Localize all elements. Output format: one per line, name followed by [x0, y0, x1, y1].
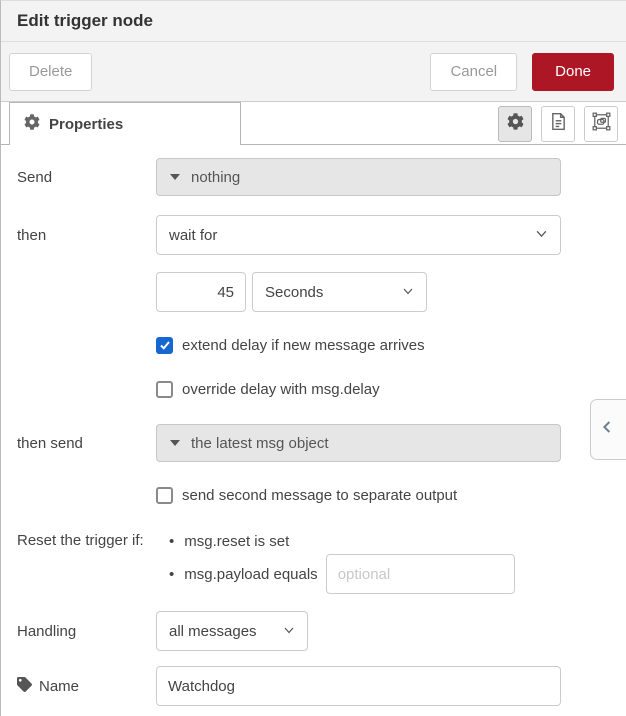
extend-delay-label: extend delay if new message arrives [182, 337, 425, 354]
cancel-button[interactable]: Cancel [430, 53, 517, 91]
send-typed-input-value: nothing [191, 169, 240, 186]
dialog-button-bar: Delete Cancel Done [1, 42, 626, 102]
duration-input[interactable] [156, 272, 246, 312]
second-output-checkbox[interactable] [156, 487, 173, 504]
send-label: Send [17, 169, 156, 186]
tab-icon-buttons [498, 106, 618, 142]
handling-label: Handling [17, 623, 156, 640]
chevron-down-icon [283, 623, 295, 640]
handling-row: Handling all messages [17, 611, 610, 651]
name-label-text: Name [39, 678, 79, 695]
duration-units-value: Seconds [265, 284, 323, 301]
reset-bullet-msg-reset: msg.reset is set [156, 530, 515, 552]
send-typed-input[interactable]: nothing [156, 158, 561, 196]
then-send-typed-input-value: the latest msg object [191, 435, 329, 452]
description-tab-button[interactable] [541, 106, 575, 142]
document-icon [550, 112, 567, 136]
handling-select[interactable]: all messages [156, 611, 308, 651]
done-button[interactable]: Done [532, 53, 614, 91]
gear-icon [24, 114, 40, 135]
name-row: Name [17, 666, 610, 706]
then-row: then wait for [17, 215, 610, 255]
sidebar-collapse-button[interactable] [590, 399, 626, 460]
properties-gear-tab-button[interactable] [498, 106, 532, 142]
triangle-down-icon [170, 174, 180, 180]
properties-form: Send nothing then wait for Seconds [1, 145, 626, 706]
appearance-tab-button[interactable] [584, 106, 618, 142]
then-select[interactable]: wait for [156, 215, 561, 255]
tab-bar: Properties [1, 102, 626, 145]
name-label: Name [17, 677, 156, 696]
override-delay-row: override delay with msg.delay [156, 378, 610, 400]
reset-bullet1-text: msg.reset is set [184, 533, 289, 550]
dialog-header: Edit trigger node [1, 1, 626, 42]
dialog-title: Edit trigger node [17, 11, 153, 31]
then-send-row: then send the latest msg object [17, 424, 610, 462]
tab-properties-label: Properties [49, 116, 123, 133]
extend-delay-row: extend delay if new message arrives [156, 334, 610, 356]
override-delay-checkbox[interactable] [156, 381, 173, 398]
reset-payload-input[interactable] [326, 554, 515, 594]
reset-bullet2-text: msg.payload equals [184, 566, 317, 583]
second-output-row: send second message to separate output [156, 484, 610, 506]
reset-trigger-row: Reset the trigger if: msg.reset is set m… [17, 530, 610, 594]
handling-select-value: all messages [169, 623, 257, 640]
name-input[interactable] [156, 666, 561, 706]
second-output-label: send second message to separate output [182, 487, 457, 504]
duration-units-select[interactable]: Seconds [252, 272, 427, 312]
reset-bullet-msg-payload: msg.payload equals [156, 554, 515, 594]
override-delay-label: override delay with msg.delay [182, 381, 380, 398]
tag-icon [17, 677, 32, 696]
edit-trigger-node-dialog: Edit trigger node Delete Cancel Done Pro… [0, 0, 626, 716]
extend-delay-checkbox[interactable] [156, 337, 173, 354]
chevron-down-icon [535, 227, 548, 244]
chevron-down-icon [402, 284, 414, 301]
then-send-typed-input[interactable]: the latest msg object [156, 424, 561, 462]
tab-properties[interactable]: Properties [9, 102, 241, 145]
reset-trigger-label: Reset the trigger if: [17, 532, 156, 549]
duration-row: Seconds [17, 272, 610, 312]
then-send-label: then send [17, 435, 156, 452]
then-select-value: wait for [169, 227, 217, 244]
reset-conditions: msg.reset is set msg.payload equals [156, 530, 515, 594]
appearance-frame-icon [592, 112, 611, 136]
triangle-down-icon [170, 440, 180, 446]
chevron-left-icon [600, 417, 615, 442]
send-row: Send nothing [17, 158, 610, 196]
gear-icon [507, 113, 524, 135]
then-label: then [17, 227, 156, 244]
delete-button[interactable]: Delete [9, 53, 92, 91]
